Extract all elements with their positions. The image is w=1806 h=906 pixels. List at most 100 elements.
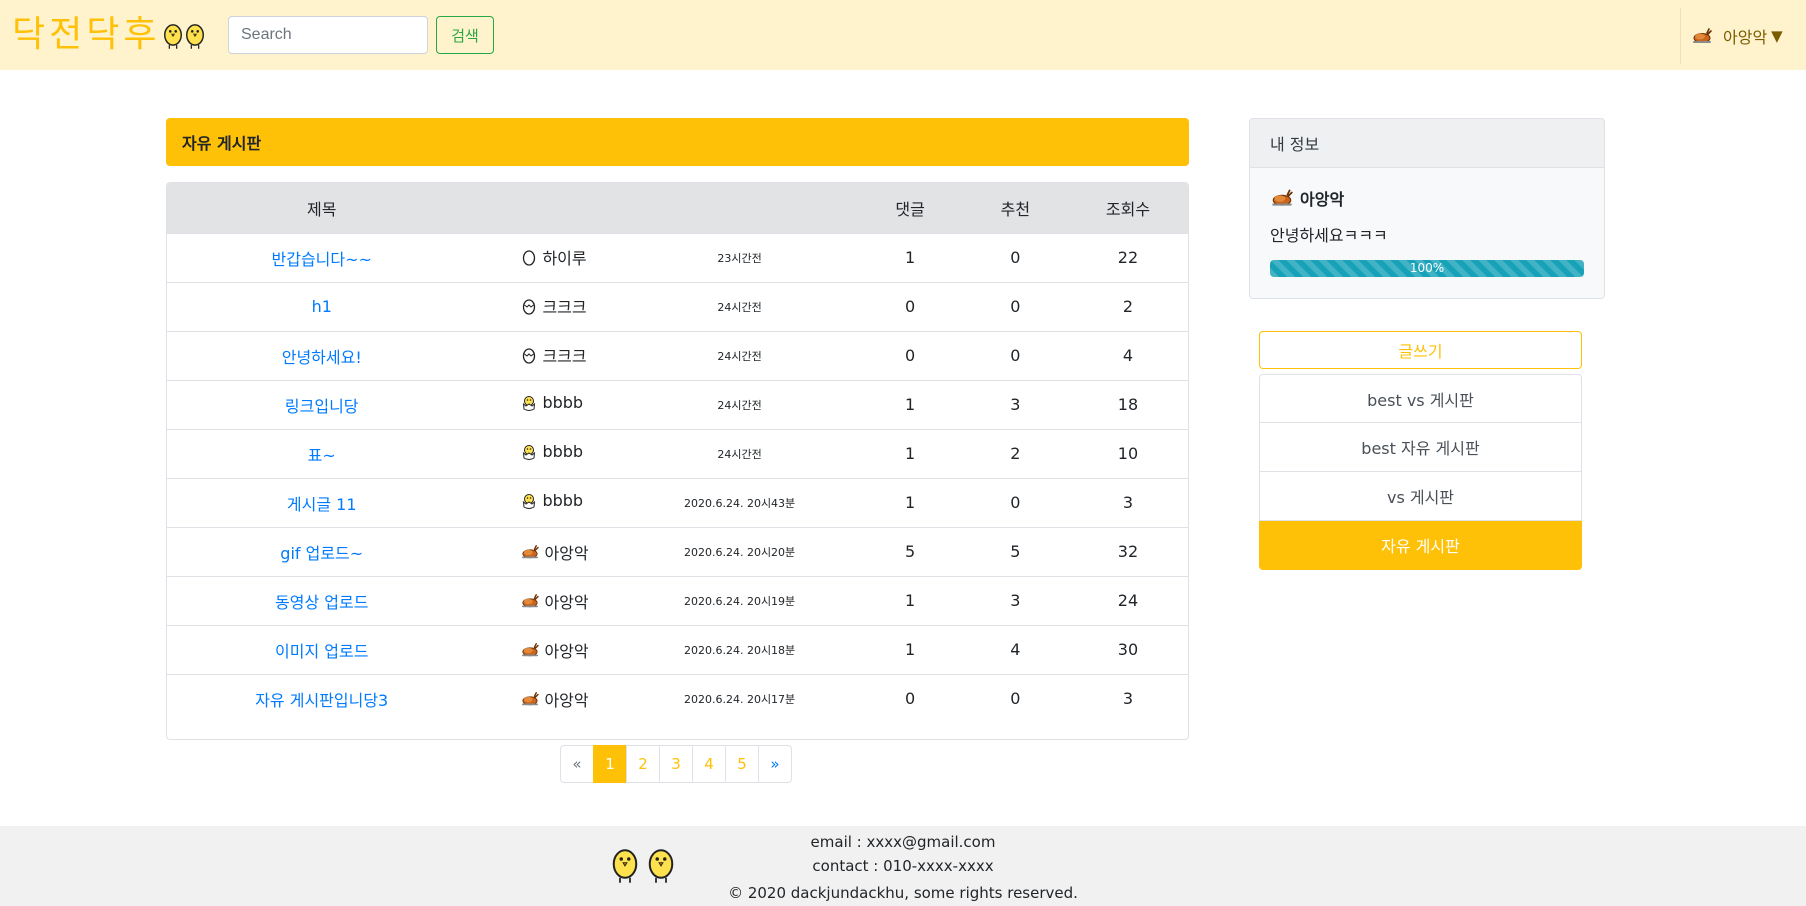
- board-nav-list: best vs 게시판 best 자유 게시판 vs 게시판 자유 게시판: [1259, 374, 1582, 570]
- post-author-name[interactable]: 아앙악: [544, 638, 588, 662]
- post-author-cell: 아앙악: [476, 576, 621, 625]
- table-header-row: 제목 댓글 추천 조회수: [167, 183, 1188, 233]
- post-comment-count: 0: [905, 297, 916, 316]
- post-title-link[interactable]: 자유 게시판입니당3: [255, 691, 388, 710]
- post-view-count: 32: [1117, 542, 1139, 561]
- post-author-name[interactable]: 크크크: [542, 343, 586, 367]
- board-nav-free[interactable]: 자유 게시판: [1259, 521, 1582, 570]
- post-author-cell: 아앙악: [476, 674, 621, 723]
- post-author-name[interactable]: 하이루: [542, 245, 586, 269]
- post-recommend-count: 4: [1010, 640, 1021, 659]
- post-title-link[interactable]: 링크입니당: [285, 397, 359, 416]
- post-recommend-count: 0: [1010, 297, 1021, 316]
- table-row[interactable]: 반갑습니다~~ 하이루 23시간전 1 0 22: [167, 233, 1188, 282]
- post-recommend-count: 0: [1010, 248, 1021, 267]
- post-author-cell: 아앙악: [476, 527, 621, 576]
- brand-logo[interactable]: 닥전닥후: [12, 10, 206, 60]
- post-title-cell: 자유 게시판입니당3: [167, 674, 476, 723]
- post-title-link[interactable]: 표~: [308, 446, 336, 465]
- post-author-name[interactable]: bbbb: [542, 442, 583, 461]
- roast-chicken-icon: [520, 691, 540, 707]
- table-row[interactable]: 표~ bbbb 24시간전 1 2 10: [167, 429, 1188, 478]
- page-link-1[interactable]: 1: [593, 745, 627, 783]
- page-link-2[interactable]: 2: [626, 745, 660, 783]
- post-time: 2020.6.24. 20시19분: [683, 594, 796, 608]
- post-author-name[interactable]: bbbb: [542, 393, 583, 412]
- post-title-cell: gif 업로드~: [167, 527, 476, 576]
- page-link-5[interactable]: 5: [725, 745, 759, 783]
- board-nav-best-free[interactable]: best 자유 게시판: [1259, 423, 1582, 472]
- column-header-comments: 댓글: [895, 199, 925, 219]
- board-title: 자유 게시판: [166, 118, 1189, 166]
- post-view-count: 18: [1117, 395, 1139, 414]
- post-comment-count: 1: [905, 640, 916, 659]
- page-link-3[interactable]: 3: [659, 745, 693, 783]
- post-title-cell: 이미지 업로드: [167, 625, 476, 674]
- user-menu-name: 아앙악: [1723, 28, 1768, 47]
- post-time: 2020.6.24. 20시17분: [683, 692, 796, 706]
- post-comment-count: 1: [905, 591, 916, 610]
- table-row[interactable]: 링크입니당 bbbb 24시간전 1 3 18: [167, 380, 1188, 429]
- post-view-count: 10: [1117, 444, 1139, 463]
- footer-contact: contact : 010-xxxx-xxxx: [812, 857, 994, 875]
- post-title-cell: 동영상 업로드: [167, 576, 476, 625]
- post-title-link[interactable]: gif 업로드~: [280, 544, 363, 563]
- my-info-card: 내 정보 아앙악 안녕하세요ㅋㅋㅋ 100%: [1249, 118, 1605, 299]
- post-recommend-count: 5: [1010, 542, 1021, 561]
- table-row[interactable]: 안녕하세요! 크크크 24시간전 0 0 4: [167, 331, 1188, 380]
- cracked-egg-icon: [520, 346, 538, 364]
- post-time: 24시간전: [717, 447, 762, 461]
- post-title-cell: h1: [167, 282, 476, 331]
- search-button[interactable]: 검색: [436, 16, 494, 54]
- post-author-name[interactable]: 아앙악: [544, 540, 588, 564]
- post-author-name[interactable]: 크크크: [542, 294, 586, 318]
- roast-chicken-icon: [1691, 27, 1713, 45]
- user-menu-dropdown[interactable]: 아앙악 ▼: [1680, 8, 1806, 64]
- post-comment-count: 1: [905, 444, 916, 463]
- post-title-cell: 안녕하세요!: [167, 331, 476, 380]
- post-title-cell: 링크입니당: [167, 380, 476, 429]
- pagination-next[interactable]: »: [758, 745, 792, 783]
- post-view-count: 2: [1122, 297, 1134, 316]
- post-title-link[interactable]: 반갑습니다~~: [272, 250, 372, 269]
- chick-logo-icon: [162, 20, 206, 50]
- profile-name: 아앙악: [1270, 186, 1584, 210]
- pagination-prev[interactable]: «: [560, 745, 594, 783]
- post-time: 24시간전: [717, 349, 762, 363]
- post-title-link[interactable]: 게시글 11: [287, 495, 357, 514]
- post-author-name[interactable]: bbbb: [542, 491, 583, 510]
- post-title-link[interactable]: h1: [312, 297, 332, 316]
- board-nav-vs[interactable]: vs 게시판: [1259, 472, 1582, 521]
- post-recommend-count: 0: [1010, 493, 1021, 512]
- write-post-button[interactable]: 글쓰기: [1259, 331, 1582, 369]
- post-time: 2020.6.24. 20시43분: [683, 496, 796, 510]
- post-comment-count: 1: [905, 395, 916, 414]
- page-link-4[interactable]: 4: [692, 745, 726, 783]
- post-title-link[interactable]: 안녕하세요!: [282, 348, 362, 367]
- table-row[interactable]: 자유 게시판입니당3 아앙악 2020.6.24. 20시17분 0 0 3: [167, 674, 1188, 723]
- post-title-link[interactable]: 동영상 업로드: [275, 593, 368, 612]
- post-time: 24시간전: [717, 300, 762, 314]
- post-comment-count: 0: [905, 689, 916, 709]
- footer: email : xxxx@gmail.com contact : 010-xxx…: [0, 826, 1806, 906]
- search-input[interactable]: [228, 16, 428, 54]
- post-author-name[interactable]: 아앙악: [544, 589, 588, 613]
- table-row[interactable]: 게시글 11 bbbb 2020.6.24. 20시43분 1 0 3: [167, 478, 1188, 527]
- table-row[interactable]: h1 크크크 24시간전 0 0 2: [167, 282, 1188, 331]
- hatching-chick-icon: [520, 394, 538, 412]
- profile-name-text: 아앙악: [1300, 190, 1345, 209]
- profile-message: 안녕하세요ㅋㅋㅋ: [1270, 226, 1388, 245]
- column-header-views: 조회수: [1105, 199, 1151, 219]
- post-comment-count: 1: [905, 248, 916, 267]
- post-title-link[interactable]: 이미지 업로드: [275, 642, 368, 661]
- post-comment-count: 1: [905, 493, 916, 512]
- egg-icon: [520, 248, 538, 266]
- table-row[interactable]: 이미지 업로드 아앙악 2020.6.24. 20시18분 1 4 30: [167, 625, 1188, 674]
- post-recommend-count: 3: [1010, 395, 1021, 414]
- post-view-count: 3: [1122, 689, 1134, 709]
- board-nav-best-vs[interactable]: best vs 게시판: [1259, 374, 1582, 423]
- table-row[interactable]: 동영상 업로드 아앙악 2020.6.24. 20시19분 1 3 24: [167, 576, 1188, 625]
- table-row[interactable]: gif 업로드~ 아앙악 2020.6.24. 20시20분 5 5 32: [167, 527, 1188, 576]
- post-author-name[interactable]: 아앙악: [544, 687, 588, 711]
- post-title-cell: 반갑습니다~~: [167, 233, 476, 282]
